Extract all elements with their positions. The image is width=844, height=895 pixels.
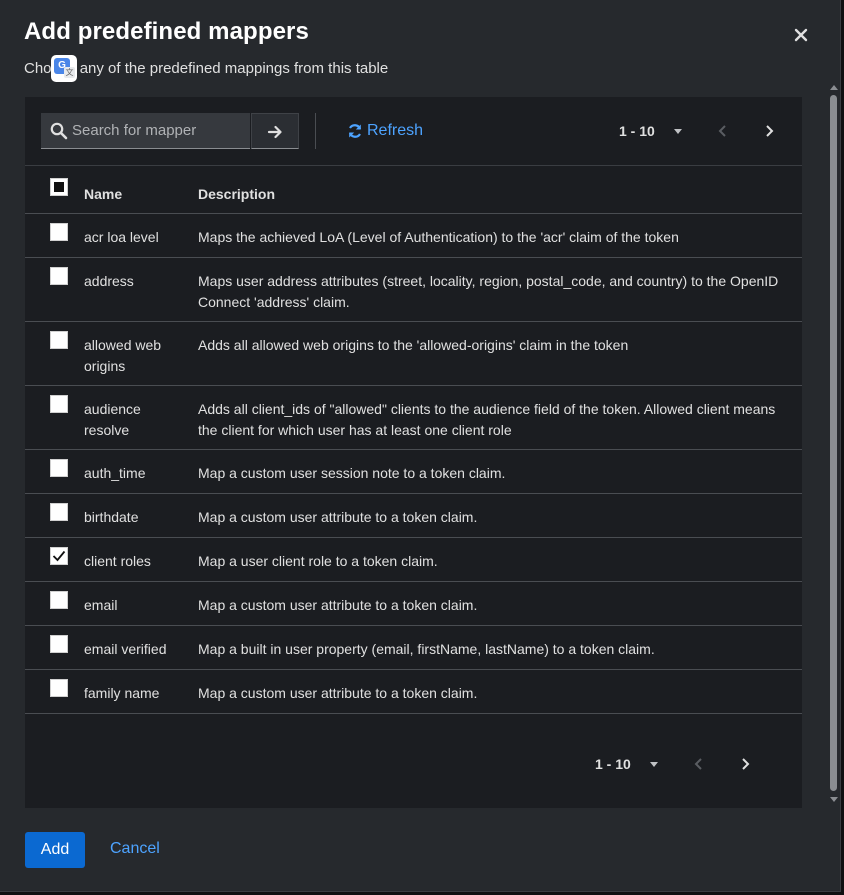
scroll-up-arrow[interactable] [830, 85, 838, 90]
row-checkbox-checked[interactable] [50, 547, 68, 565]
table-row[interactable]: address Maps user address attributes (st… [25, 258, 802, 322]
table-row[interactable]: audience resolve Adds all client_ids of … [25, 386, 802, 450]
mapper-description: Map a custom user session note to a toke… [198, 465, 506, 481]
table-row[interactable]: email Map a custom user attribute to a t… [25, 582, 802, 626]
row-checkbox[interactable] [50, 331, 68, 349]
column-header-description: Description [198, 186, 276, 202]
mapper-name: email verified [84, 641, 167, 657]
mapper-description: Adds all allowed web origins to the 'all… [198, 337, 629, 353]
row-checkbox[interactable] [50, 679, 68, 697]
close-button[interactable] [790, 24, 812, 46]
row-checkbox[interactable] [50, 395, 68, 413]
scrollbar-thumb[interactable] [830, 95, 837, 791]
chevron-right-icon[interactable] [735, 754, 755, 774]
arrow-right-icon [267, 125, 282, 139]
translate-icon[interactable]: G 文 [51, 55, 77, 82]
table-row[interactable]: acr loa level Maps the achieved LoA (Lev… [25, 214, 802, 258]
row-checkbox[interactable] [50, 267, 68, 285]
table-row[interactable]: client roles Map a user client role to a… [25, 538, 802, 582]
mapper-description: Adds all client_ids of "allowed" clients… [198, 401, 776, 438]
mappers-table-card: Refresh 1 - 10 Name Description [25, 97, 802, 808]
refresh-button[interactable]: Refresh [347, 120, 423, 142]
table-toolbar: Refresh 1 - 10 [25, 97, 802, 165]
mapper-description: Maps user address attributes (street, lo… [198, 273, 779, 310]
mapper-name: allowed web origins [84, 337, 162, 374]
search-box [41, 113, 250, 149]
scroll-down-arrow[interactable] [830, 797, 838, 802]
table-row[interactable]: allowed web origins Adds all allowed web… [25, 322, 802, 386]
mapper-name: audience resolve [84, 401, 141, 438]
toolbar-divider [315, 113, 316, 149]
chevron-left-icon[interactable] [689, 754, 709, 774]
caret-down-icon [673, 128, 682, 134]
table-row[interactable]: auth_time Map a custom user session note… [25, 450, 802, 494]
pagination-toggle[interactable]: 1 - 10 [619, 123, 682, 139]
mapper-name: birthdate [84, 509, 139, 525]
mapper-name: acr loa level [84, 229, 159, 245]
search-submit-button[interactable] [251, 113, 299, 149]
table-row[interactable]: email verified Map a built in user prope… [25, 626, 802, 670]
pagination-toggle[interactable]: 1 - 10 [595, 756, 658, 772]
add-predefined-mappers-dialog: Add predefined mappers Cho any of the pr… [0, 0, 841, 892]
row-checkbox[interactable] [50, 223, 68, 241]
table-header-row: Name Description [25, 165, 802, 214]
pagination-range: 1 - 10 [595, 756, 631, 772]
mapper-description: Map a custom user attribute to a token c… [198, 685, 478, 701]
mapper-description: Map a user client role to a token claim. [198, 553, 438, 569]
select-all-checkbox[interactable] [50, 178, 68, 196]
add-button[interactable]: Add [25, 832, 85, 868]
bottom-pagination: 1 - 10 [595, 752, 765, 776]
pagination-range: 1 - 10 [619, 123, 655, 139]
mapper-description: Map a built in user property (email, fir… [198, 641, 655, 657]
mapper-description: Maps the achieved LoA (Level of Authenti… [198, 229, 679, 245]
mapper-name: email [84, 597, 118, 613]
mapper-name: client roles [84, 553, 151, 569]
top-pagination: 1 - 10 [619, 119, 789, 143]
row-checkbox[interactable] [50, 459, 68, 477]
mapper-description: Map a custom user attribute to a token c… [198, 509, 478, 525]
refresh-label: Refresh [367, 122, 424, 139]
mapper-name: address [84, 273, 134, 289]
checkmark-icon [52, 550, 66, 562]
row-checkbox[interactable] [50, 591, 68, 609]
mapper-description: Map a custom user attribute to a token c… [198, 597, 478, 613]
dialog-description-rest: any of the predefined mappings from this… [75, 60, 389, 77]
column-header-name: Name [84, 186, 123, 202]
mapper-name: family name [84, 685, 160, 701]
row-checkbox[interactable] [50, 635, 68, 653]
chevron-left-icon[interactable] [713, 121, 733, 141]
mapper-name: auth_time [84, 465, 146, 481]
refresh-icon [348, 124, 362, 138]
dialog-description-start: Cho [24, 60, 52, 77]
table-row[interactable]: family name Map a custom user attribute … [25, 670, 802, 714]
scrollbar[interactable] [828, 84, 840, 808]
table-row[interactable]: birthdate Map a custom user attribute to… [25, 494, 802, 538]
search-input[interactable] [72, 113, 247, 148]
cancel-button[interactable]: Cancel [110, 840, 160, 858]
row-checkbox[interactable] [50, 503, 68, 521]
close-icon [794, 28, 808, 42]
dialog-description: Cho any of the predefined mappings from … [24, 60, 388, 77]
dialog-title: Add predefined mappers [24, 18, 309, 45]
search-icon [50, 122, 68, 140]
chevron-right-icon[interactable] [759, 121, 779, 141]
caret-down-icon [649, 761, 658, 767]
